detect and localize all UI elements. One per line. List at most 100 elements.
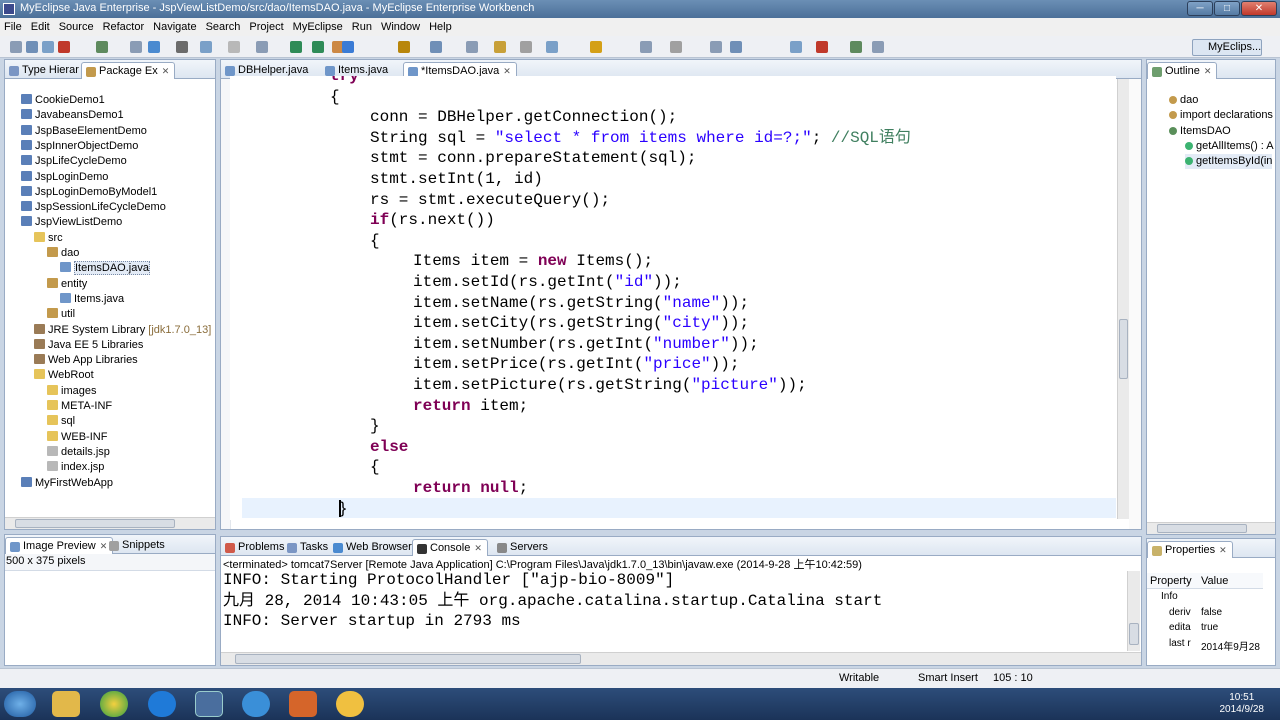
menu-help[interactable]: Help bbox=[429, 21, 452, 33]
outline-item[interactable]: getAllItems() : A bbox=[1185, 139, 1274, 154]
toolbar-button-icon[interactable] bbox=[176, 41, 188, 53]
menu-window[interactable]: Window bbox=[381, 21, 420, 33]
toolbar-button-icon[interactable] bbox=[58, 41, 70, 53]
explorer-icon[interactable] bbox=[52, 691, 80, 717]
tab-snippets[interactable]: Snippets bbox=[105, 537, 170, 554]
close-button[interactable]: ✕ bbox=[1241, 1, 1277, 16]
outline-item[interactable]: import declarations bbox=[1169, 108, 1273, 123]
menu-myeclipse[interactable]: MyEclipse bbox=[293, 21, 343, 33]
tree-item[interactable]: JspViewListDemo bbox=[21, 215, 122, 230]
menu-edit[interactable]: Edit bbox=[31, 21, 50, 33]
tree-item[interactable]: Java EE 5 Libraries bbox=[34, 338, 143, 353]
outline-item[interactable]: ItemsDAO bbox=[1169, 124, 1231, 139]
powerpoint-icon[interactable] bbox=[289, 691, 317, 717]
qq-icon[interactable] bbox=[336, 691, 364, 717]
toolbar-button-icon[interactable] bbox=[816, 41, 828, 53]
menu-search[interactable]: Search bbox=[206, 21, 241, 33]
toolbar-button-icon[interactable] bbox=[850, 41, 862, 53]
system-clock[interactable]: 10:51 2014/9/28 bbox=[1220, 692, 1265, 716]
property-row[interactable]: edita true bbox=[1147, 621, 1263, 636]
toolbar-button-icon[interactable] bbox=[148, 41, 160, 53]
toolbar-button-icon[interactable] bbox=[342, 41, 354, 53]
tab-problems[interactable]: Problems bbox=[221, 539, 289, 556]
maximize-button[interactable]: □ bbox=[1214, 1, 1240, 16]
console-hscrollbar[interactable] bbox=[221, 652, 1141, 665]
tree-item[interactable]: JspLifeCycleDemo bbox=[21, 154, 127, 169]
scroll-thumb[interactable] bbox=[1119, 319, 1128, 379]
menu-refactor[interactable]: Refactor bbox=[103, 21, 145, 33]
tree-item[interactable]: CookieDemo1 bbox=[21, 93, 105, 108]
close-icon[interactable]: ✕ bbox=[503, 66, 511, 76]
tree-item[interactable]: src bbox=[34, 231, 63, 246]
tree-item[interactable]: Web App Libraries bbox=[34, 353, 138, 368]
tree-item[interactable]: ItemsDAO.java bbox=[60, 261, 150, 276]
toolbar-button-icon[interactable] bbox=[312, 41, 324, 53]
tab-outline[interactable]: Outline ✕ bbox=[1147, 62, 1218, 79]
toolbar-button-icon[interactable] bbox=[42, 41, 54, 53]
toolbar-button-icon[interactable] bbox=[398, 41, 410, 53]
tree-item[interactable]: JspLoginDemoByModel1 bbox=[21, 185, 157, 200]
tree-item[interactable]: JavabeansDemo1 bbox=[21, 108, 124, 123]
toolbar-button-icon[interactable] bbox=[670, 41, 682, 53]
scroll-thumb[interactable] bbox=[1129, 623, 1139, 645]
tree-item[interactable]: index.jsp bbox=[47, 460, 104, 475]
toolbar-button-icon[interactable] bbox=[256, 41, 268, 53]
menu-navigate[interactable]: Navigate bbox=[153, 21, 196, 33]
tree-item[interactable]: MyFirstWebApp bbox=[21, 476, 113, 491]
close-icon[interactable]: ✕ bbox=[1219, 545, 1227, 555]
tree-item[interactable]: util bbox=[47, 307, 75, 322]
editor-vscrollbar[interactable] bbox=[1117, 79, 1129, 519]
toolbar-button-icon[interactable] bbox=[872, 41, 884, 53]
tree-item[interactable]: JspLoginDemo bbox=[21, 170, 108, 185]
property-row[interactable]: Info bbox=[1147, 590, 1263, 605]
tree-item[interactable]: entity bbox=[47, 277, 87, 292]
tree-item[interactable]: JspSessionLifeCycleDemo bbox=[21, 200, 166, 215]
close-icon[interactable]: ✕ bbox=[1204, 66, 1212, 76]
menu-source[interactable]: Source bbox=[59, 21, 94, 33]
toolbar-button-icon[interactable] bbox=[494, 41, 506, 53]
toolbar-button-icon[interactable] bbox=[26, 41, 38, 53]
tab-tasks[interactable]: Tasks bbox=[283, 539, 333, 556]
toolbar-button-icon[interactable] bbox=[520, 41, 532, 53]
code-editor[interactable]: try {conn = DBHelper.getConnection(); Stri… bbox=[230, 76, 1116, 520]
minimize-button[interactable]: ─ bbox=[1187, 1, 1213, 16]
menu-run[interactable]: Run bbox=[352, 21, 372, 33]
outline-item[interactable]: getItemsById(in bbox=[1185, 154, 1273, 170]
perspective-switcher[interactable]: MyEclips... bbox=[1192, 39, 1262, 56]
explorer-hscrollbar[interactable] bbox=[5, 517, 215, 529]
toolbar-button-icon[interactable] bbox=[590, 41, 602, 53]
tab-servers[interactable]: Servers bbox=[493, 539, 553, 556]
toolbar-button-icon[interactable] bbox=[430, 41, 442, 53]
tab-properties[interactable]: Properties ✕ bbox=[1147, 541, 1233, 558]
tree-item[interactable]: dao bbox=[47, 246, 79, 261]
toolbar-button-icon[interactable] bbox=[290, 41, 302, 53]
toolbar-button-icon[interactable] bbox=[200, 41, 212, 53]
toolbar-button-icon[interactable] bbox=[10, 41, 22, 53]
skype-icon[interactable] bbox=[242, 691, 270, 717]
toolbar-button-icon[interactable] bbox=[96, 41, 108, 53]
tree-item[interactable]: JspBaseElementDemo bbox=[21, 124, 147, 139]
tree-item[interactable]: images bbox=[47, 384, 96, 399]
scroll-thumb[interactable] bbox=[15, 519, 175, 528]
console-vscrollbar[interactable] bbox=[1127, 571, 1140, 651]
toolbar-button-icon[interactable] bbox=[228, 41, 240, 53]
tree-item[interactable]: details.jsp bbox=[47, 445, 110, 460]
tree-item[interactable]: sql bbox=[47, 414, 75, 429]
scroll-thumb[interactable] bbox=[235, 654, 581, 664]
toolbar-button-icon[interactable] bbox=[546, 41, 558, 53]
toolbar-button-icon[interactable] bbox=[640, 41, 652, 53]
outline-hscrollbar[interactable] bbox=[1147, 522, 1275, 534]
start-button[interactable] bbox=[4, 691, 36, 717]
media-player-icon[interactable] bbox=[148, 691, 176, 717]
tree-item[interactable]: WEB-INF bbox=[47, 430, 107, 445]
tab-package-explorer[interactable]: Package Ex ✕ bbox=[81, 62, 176, 79]
scroll-thumb[interactable] bbox=[1157, 524, 1247, 533]
menu-project[interactable]: Project bbox=[249, 21, 283, 33]
tab-console[interactable]: Console ✕ bbox=[412, 539, 488, 556]
tree-item[interactable]: WebRoot bbox=[34, 368, 94, 383]
tree-item[interactable]: Items.java bbox=[60, 292, 124, 307]
tree-item[interactable]: META-INF bbox=[47, 399, 112, 414]
toolbar-button-icon[interactable] bbox=[130, 41, 142, 53]
close-icon[interactable]: ✕ bbox=[474, 543, 482, 553]
property-row[interactable]: deriv false bbox=[1147, 606, 1263, 621]
